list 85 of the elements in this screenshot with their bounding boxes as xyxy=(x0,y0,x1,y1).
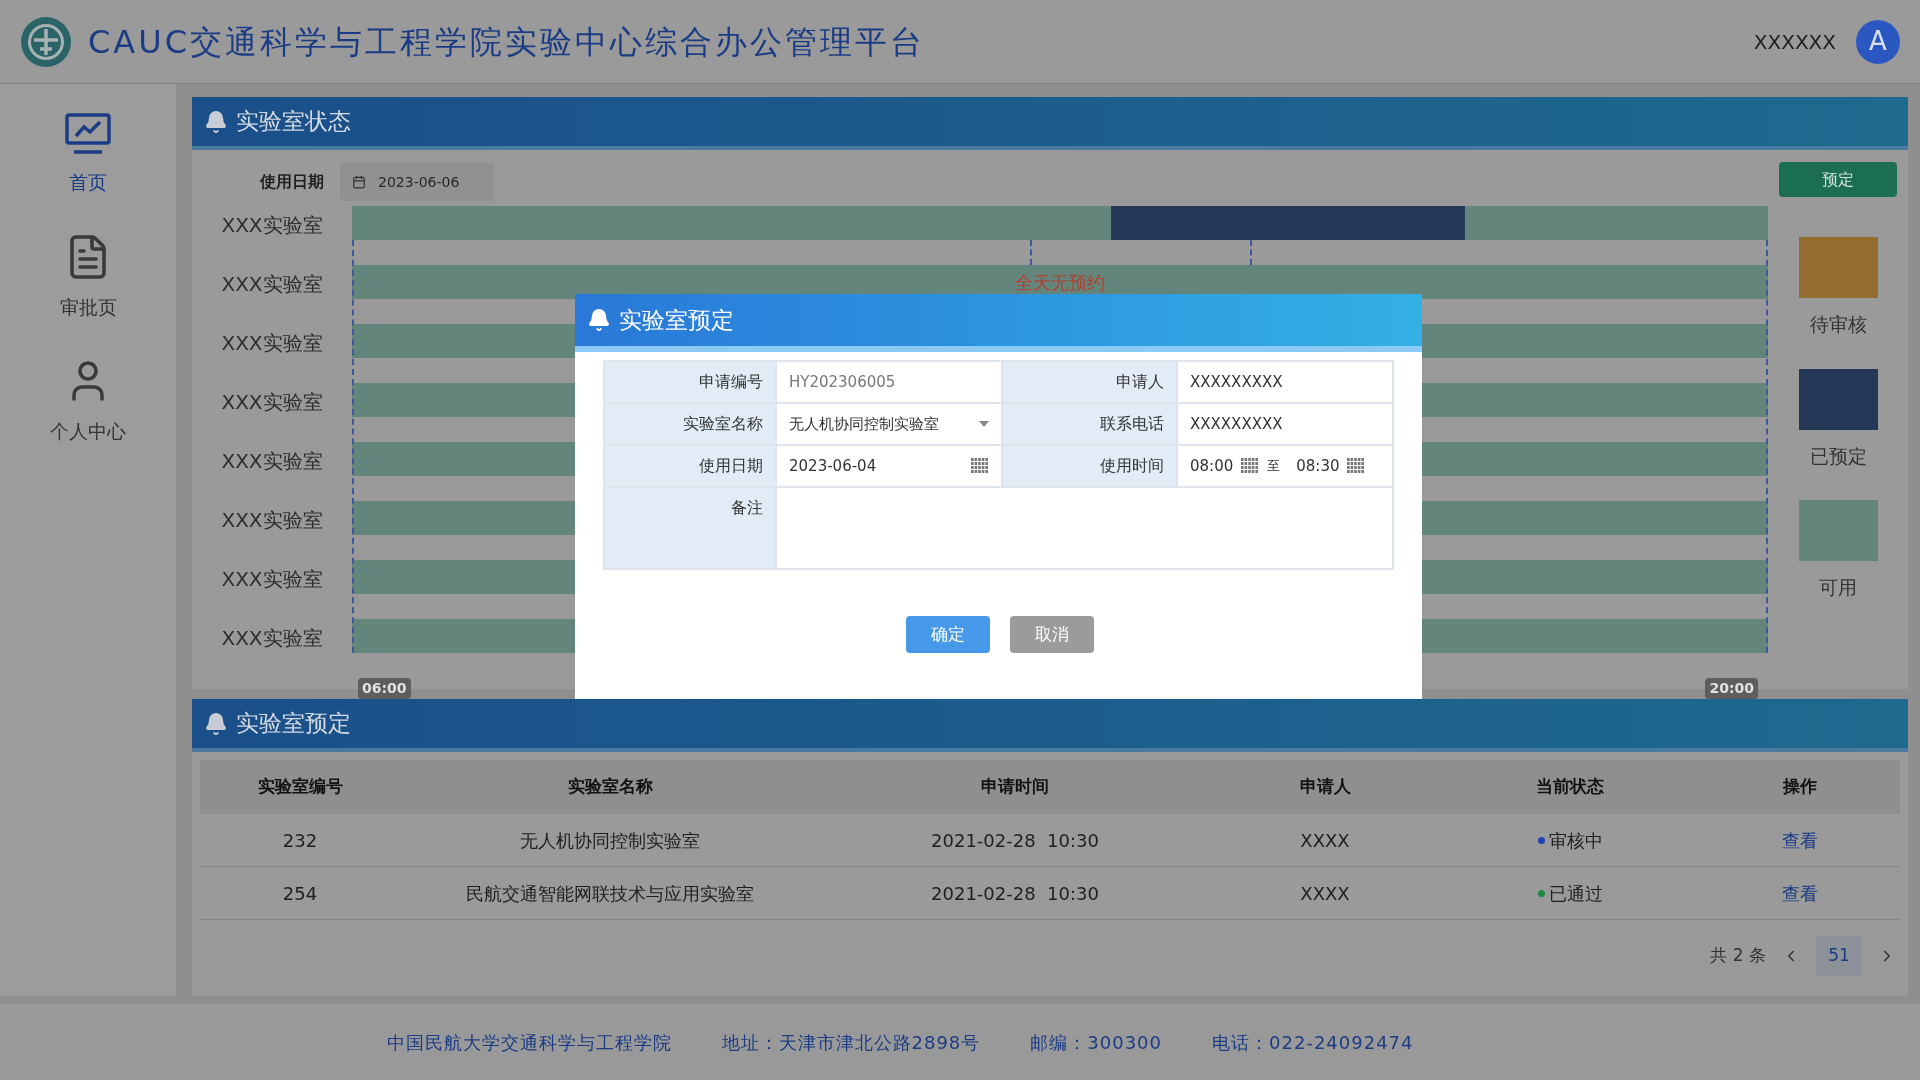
bell-icon xyxy=(587,308,611,332)
dropdown-caret-icon xyxy=(979,421,989,427)
university-logo xyxy=(20,15,72,68)
booked-slot[interactable] xyxy=(1414,206,1465,240)
lab-label: XXX实验室 xyxy=(220,271,324,298)
status-text: 已通过 xyxy=(1548,881,1603,906)
table-cell: 2021-02-28 10:30 xyxy=(820,867,1210,920)
end-time: 08:30 xyxy=(1296,455,1340,477)
column-header: 当前状态 xyxy=(1440,760,1700,814)
legend-label: 已预定 xyxy=(1809,443,1867,469)
column-header: 申请时间 xyxy=(820,760,1210,814)
table-cell: XXXX xyxy=(1210,814,1440,867)
form-label: 备注 xyxy=(605,488,775,568)
text-field[interactable]: HY202306005 xyxy=(777,362,1001,402)
column-header: 实验室编号 xyxy=(200,760,400,814)
footer-text: 电话：022-24092474 xyxy=(1212,1030,1414,1055)
panel-title: 实验室状态 xyxy=(236,107,351,137)
start-time: 08:00 xyxy=(1190,455,1234,477)
table-cell: 无人机协同控制实验室 xyxy=(400,814,820,867)
user-name: XXXXXX xyxy=(1753,28,1836,56)
no-booking-note: 全天无预约 xyxy=(1015,271,1105,295)
form-label: 使用日期 xyxy=(605,446,775,486)
form-label: 实验室名称 xyxy=(605,404,775,444)
user-avatar[interactable]: A xyxy=(1856,19,1900,64)
available-slot[interactable] xyxy=(1060,206,1111,240)
cancel-button[interactable]: 取消 xyxy=(1009,616,1094,653)
table-cell: 232 xyxy=(200,814,400,867)
form-label: 申请编号 xyxy=(605,362,775,402)
form-label: 申请人 xyxy=(1003,362,1176,402)
monitor-chart-icon xyxy=(64,112,112,156)
column-header: 操作 xyxy=(1700,760,1900,814)
available-slot[interactable] xyxy=(352,206,403,240)
legend-label: 可用 xyxy=(1819,575,1857,600)
calendar-grid-icon[interactable] xyxy=(971,458,989,474)
form-label: 使用时间 xyxy=(1003,446,1176,486)
table-cell: 254 xyxy=(200,867,400,920)
lab-label: XXX实验室 xyxy=(220,448,324,475)
table-cell: 民航交通智能网联技术与应用实验室 xyxy=(400,867,820,920)
footer-text: 中国民航大学交通科学与工程学院 xyxy=(386,1030,672,1055)
calendar-icon xyxy=(352,175,366,189)
status-text: 审核中 xyxy=(1548,828,1603,853)
time-range-field[interactable]: 08:00 至 08:30 xyxy=(1178,446,1392,486)
form-label: 联系电话 xyxy=(1003,404,1176,444)
lab-select[interactable]: 无人机协同控制实验室 xyxy=(777,404,1001,444)
column-header: 实验室名称 xyxy=(400,760,820,814)
available-slot[interactable] xyxy=(1464,206,1516,240)
panel-title: 实验室预定 xyxy=(236,709,351,739)
lab-label: XXX实验室 xyxy=(220,625,324,652)
platform-title: CAUC交通科学与工程学院实验中心综合办公管理平台 xyxy=(88,21,925,63)
calendar-grid-icon[interactable] xyxy=(1347,458,1366,474)
available-slot[interactable] xyxy=(1717,206,1768,240)
booked-slot[interactable] xyxy=(1110,206,1162,240)
page-button[interactable]: 51 xyxy=(1816,936,1862,976)
date-field[interactable]: 2023-06-04 xyxy=(777,446,1001,486)
lab-label: XXX实验室 xyxy=(220,212,324,239)
bell-icon xyxy=(204,109,228,134)
range-separator: 至 xyxy=(1267,457,1281,476)
footer-text: 地址：天津市津北公路2898号 xyxy=(721,1030,981,1055)
sidebar-item[interactable]: 审批页 xyxy=(59,232,117,321)
text-field[interactable]: XXXXXXXXX xyxy=(1178,404,1392,444)
bell-icon xyxy=(204,711,228,736)
table-cell: XXXX xyxy=(1210,867,1440,920)
table-cell: 2021-02-28 10:30 xyxy=(820,814,1210,867)
sidebar-item[interactable]: 首页 xyxy=(64,112,112,197)
date-label: 使用日期 xyxy=(258,171,325,193)
start-time-label: 06:00 xyxy=(358,678,411,699)
confirm-button[interactable]: 确定 xyxy=(905,616,990,653)
lab-label: XXX实验室 xyxy=(220,507,324,534)
lab-label: XXX实验室 xyxy=(220,389,324,416)
total-count: 共 2 条 xyxy=(1710,944,1766,968)
view-link[interactable]: 查看 xyxy=(1782,826,1818,854)
calendar-grid-icon[interactable] xyxy=(1241,458,1260,474)
legend-label: 待审核 xyxy=(1809,312,1867,337)
column-header: 申请人 xyxy=(1210,760,1440,814)
view-link[interactable]: 查看 xyxy=(1782,879,1818,907)
text-field[interactable]: XXXXXXXXX xyxy=(1178,362,1392,402)
end-time-label: 20:00 xyxy=(1705,678,1758,699)
lab-label: XXX实验室 xyxy=(220,330,324,357)
lab-label: XXX实验室 xyxy=(220,566,324,593)
sidebar-item[interactable]: 个人中心 xyxy=(50,357,126,446)
remarks-field[interactable] xyxy=(777,488,1392,568)
footer-text: 邮编：300300 xyxy=(1030,1030,1163,1055)
date-picker[interactable]: 2023-06-06 xyxy=(340,163,494,201)
book-button[interactable]: 预定 xyxy=(1779,162,1897,197)
dialog-title: 实验室预定 xyxy=(619,305,734,335)
